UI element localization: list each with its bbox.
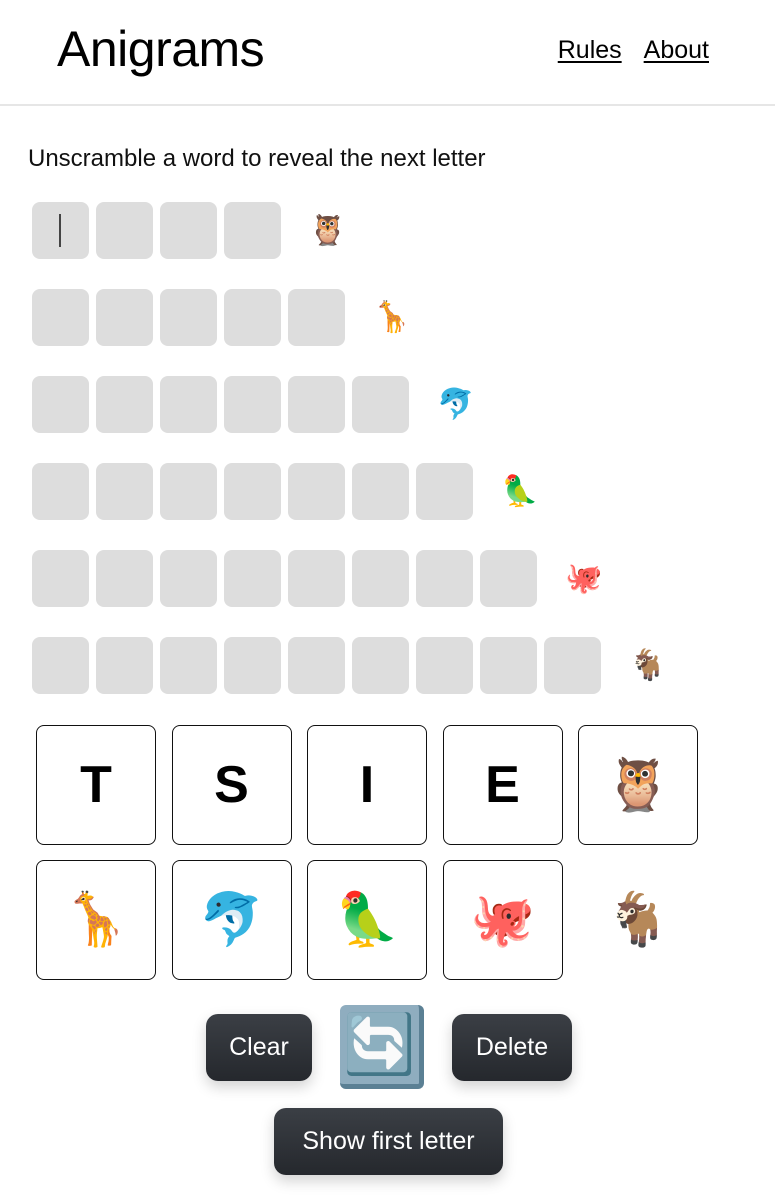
letter-tile-t[interactable]: T <box>36 725 156 845</box>
letter-slot[interactable] <box>352 550 409 607</box>
shuffle-icon[interactable]: 🔄 <box>340 1005 424 1089</box>
instruction-text: Unscramble a word to reveal the next let… <box>28 145 486 172</box>
letter-slot[interactable] <box>32 637 89 694</box>
octopus-icon: 🐙 <box>565 562 603 595</box>
letter-slot[interactable] <box>96 376 153 433</box>
letter-slot[interactable] <box>32 289 89 346</box>
animal-tile-goat[interactable]: 🐐 <box>578 860 698 980</box>
word-row-dolphin: 🐬 <box>32 376 668 433</box>
word-row-owl: 🦉 <box>32 202 668 259</box>
rules-link[interactable]: Rules <box>558 36 622 65</box>
letter-slot[interactable] <box>32 376 89 433</box>
app-title: Anigrams <box>57 21 265 77</box>
show-first-letter-button[interactable]: Show first letter <box>274 1108 503 1175</box>
giraffe-icon: 🦒 <box>373 301 411 334</box>
word-row-giraffe: 🦒 <box>32 289 668 346</box>
dolphin-icon: 🐬 <box>199 891 264 949</box>
letter-slot[interactable] <box>96 289 153 346</box>
letter-slot[interactable] <box>480 637 537 694</box>
giraffe-icon: 🦒 <box>63 891 129 949</box>
letter-slot[interactable] <box>288 550 345 607</box>
letter-slot[interactable] <box>224 550 281 607</box>
dolphin-icon: 🐬 <box>437 388 475 421</box>
letter-slot[interactable] <box>160 376 217 433</box>
letter-slot[interactable] <box>160 637 217 694</box>
letter-slot[interactable] <box>96 550 153 607</box>
about-link[interactable]: About <box>644 36 709 65</box>
clear-button[interactable]: Clear <box>206 1013 312 1081</box>
tile-grid: T S I E 🦉 🦒 🐬 🦜 🐙 🐐 <box>36 725 698 980</box>
word-row-parrot: 🦜 <box>32 463 668 520</box>
tile-letter: E <box>485 756 520 814</box>
letter-slot[interactable] <box>416 550 473 607</box>
letter-tile-s[interactable]: S <box>171 725 292 845</box>
letter-slot[interactable] <box>160 550 217 607</box>
owl-icon: 🦉 <box>309 214 347 247</box>
parrot-icon: 🦜 <box>334 891 400 949</box>
tile-letter: S <box>214 756 249 814</box>
letter-slot[interactable] <box>480 550 537 607</box>
delete-button[interactable]: Delete <box>452 1013 572 1081</box>
word-row-octopus: 🐙 <box>32 550 668 607</box>
letter-slot[interactable] <box>32 463 89 520</box>
animal-tile-parrot[interactable]: 🦜 <box>307 860 427 980</box>
letter-slot[interactable] <box>224 637 281 694</box>
letter-slot[interactable] <box>160 202 217 259</box>
letter-slot[interactable] <box>288 289 345 346</box>
top-nav: Rules About <box>558 36 709 65</box>
parrot-icon: 🦜 <box>501 475 539 508</box>
animal-tile-giraffe[interactable]: 🦒 <box>36 860 156 980</box>
letter-slot[interactable] <box>352 463 409 520</box>
letter-slot[interactable] <box>224 202 281 259</box>
letter-slot[interactable] <box>352 376 409 433</box>
tile-letter: T <box>80 756 112 814</box>
letter-tile-e[interactable]: E <box>442 725 563 845</box>
letter-slot[interactable] <box>32 202 89 259</box>
letter-slot[interactable] <box>416 637 473 694</box>
letter-slot[interactable] <box>224 289 281 346</box>
animal-tile-dolphin[interactable]: 🐬 <box>171 860 292 980</box>
letter-slot[interactable] <box>352 637 409 694</box>
letter-slot[interactable] <box>544 637 601 694</box>
goat-icon: 🐐 <box>629 649 667 682</box>
tile-letter: I <box>359 756 375 814</box>
letter-slot[interactable] <box>160 289 217 346</box>
letter-tile-i[interactable]: I <box>307 725 427 845</box>
header: Anigrams Rules About <box>0 0 775 106</box>
letter-slot[interactable] <box>288 376 345 433</box>
letter-slot[interactable] <box>224 376 281 433</box>
letter-slot[interactable] <box>288 463 345 520</box>
goat-icon: 🐐 <box>605 891 671 949</box>
owl-icon: 🦉 <box>605 756 671 814</box>
controls: Clear 🔄 Delete <box>206 1005 572 1089</box>
animal-tile-owl[interactable]: 🦉 <box>578 725 698 845</box>
animal-tile-octopus[interactable]: 🐙 <box>442 860 563 980</box>
letter-slot[interactable] <box>288 637 345 694</box>
letter-slot[interactable] <box>96 463 153 520</box>
word-rows: 🦉 🦒 🐬 🦜 🐙 🐐 <box>32 202 668 724</box>
letter-slot[interactable] <box>416 463 473 520</box>
letter-slot[interactable] <box>96 637 153 694</box>
letter-slot[interactable] <box>160 463 217 520</box>
letter-slot[interactable] <box>32 550 89 607</box>
word-row-goat: 🐐 <box>32 637 668 694</box>
letter-slot[interactable] <box>224 463 281 520</box>
letter-slot[interactable] <box>96 202 153 259</box>
octopus-icon: 🐙 <box>470 891 535 949</box>
